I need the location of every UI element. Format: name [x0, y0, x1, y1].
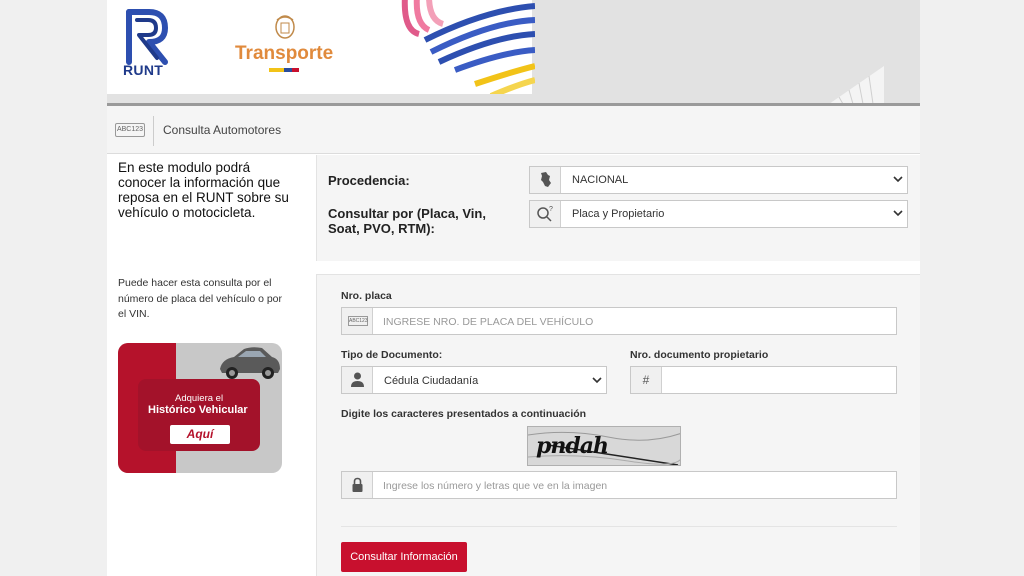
user-icon: [342, 367, 373, 393]
captcha-placeholder: Ingrese los número y letras que ve en la…: [383, 480, 608, 492]
page-title: Consulta Automotores: [163, 123, 282, 137]
license-plate-icon: ABC123: [342, 308, 373, 334]
chevron-down-icon: [893, 210, 903, 217]
tipo-documento-select[interactable]: Cédula Ciudadanía: [341, 366, 607, 394]
banner: RUNT Transporte: [107, 0, 920, 103]
consultar-por-select[interactable]: ? Placa y Propietario: [529, 200, 908, 228]
placa-input[interactable]: ABC123 INGRESE NRO. DE PLACA DEL VEHÍCUL…: [341, 307, 897, 335]
license-plate-icon: ABC123: [115, 123, 145, 137]
lock-icon: [342, 472, 373, 498]
query-form-panel: Nro. placa ABC123 INGRESE NRO. DE PLACA …: [316, 274, 920, 576]
promo-line-1: Adquiera el: [175, 393, 224, 404]
procedencia-label: Procedencia:: [328, 173, 410, 188]
procedencia-select[interactable]: NACIONAL: [529, 166, 908, 194]
svg-text:?: ?: [549, 206, 553, 213]
sidebar-intro-text: En este modulo podrá conocer la informac…: [118, 160, 289, 220]
search-question-icon: ?: [530, 201, 561, 227]
consultar-por-value: Placa y Propietario: [572, 208, 665, 220]
consultar-informacion-button[interactable]: Consultar Información: [341, 542, 467, 572]
query-type-panel: Procedencia: NACIONAL Consultar por (Pla…: [316, 155, 920, 261]
captcha-image: pndah: [527, 426, 681, 466]
colombia-seal-icon: [275, 15, 295, 39]
nro-documento-input[interactable]: #: [630, 366, 897, 394]
sidebar-note-text: Puede hacer esta consulta por el número …: [118, 277, 283, 320]
historico-vehicular-promo[interactable]: Adquiera el Histórico Vehicular Aquí: [118, 343, 282, 473]
plate-icon-box: ABC123: [348, 316, 368, 326]
placa-placeholder: INGRESE NRO. DE PLACA DEL VEHÍCULO: [383, 316, 594, 328]
nro-documento-label: Nro. documento propietario: [630, 349, 769, 361]
procedencia-value: NACIONAL: [572, 174, 629, 186]
tipo-documento-value: Cédula Ciudadanía: [384, 375, 479, 387]
section-header: ABC123 Consulta Automotores: [107, 106, 920, 154]
car-icon: [220, 347, 280, 379]
page: RUNT Transporte ABC123 Consulta Automoto…: [107, 0, 920, 576]
chevron-down-icon: [592, 377, 602, 384]
colombia-map-icon: [530, 167, 561, 193]
chevron-down-icon: [893, 176, 903, 183]
promo-line-2: Histórico Vehicular: [148, 404, 248, 416]
decorative-ruler-graphic: [830, 66, 884, 103]
decorative-ribbons: [401, 0, 535, 94]
captcha-label: Digite los caracteres presentados a cont…: [341, 408, 587, 420]
consultar-por-label: Consultar por (Placa, Vin, Soat, PVO, RT…: [328, 206, 486, 236]
colombia-flag-stripe: [269, 68, 299, 72]
runt-wordmark: RUNT: [123, 62, 164, 78]
promo-aqui-button[interactable]: Aquí: [170, 425, 230, 444]
captcha-input[interactable]: Ingrese los número y letras que ve en la…: [341, 471, 897, 499]
sidebar: En este modulo podrá conocer la informac…: [107, 155, 316, 576]
hash-icon: #: [631, 367, 662, 393]
header-divider: [153, 116, 154, 146]
form-divider: [341, 526, 897, 527]
captcha-characters: pndah: [536, 433, 609, 459]
transporte-wordmark: Transporte: [235, 43, 334, 64]
tipo-documento-label: Tipo de Documento:: [341, 349, 443, 361]
placa-label: Nro. placa: [341, 290, 392, 302]
